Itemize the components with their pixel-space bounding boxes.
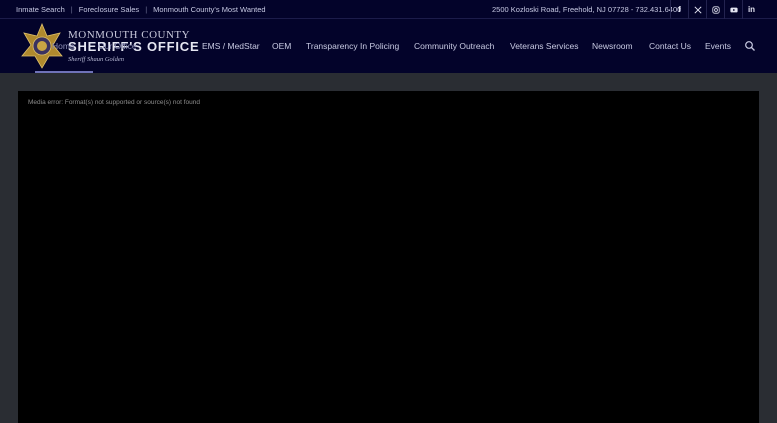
- media-player[interactable]: Media error: Format(s) not supported or …: [18, 91, 759, 423]
- office-address: 2500 Kozloski Road, Freehold, NJ 07728 -…: [492, 5, 682, 14]
- utility-links: Inmate Search | Foreclosure Sales | Monm…: [16, 0, 266, 19]
- separator: |: [70, 5, 73, 14]
- nav-item-home[interactable]: Home: [52, 19, 75, 73]
- nav-item-newsroom[interactable]: Newsroom: [592, 19, 633, 73]
- search-icon[interactable]: [744, 40, 756, 52]
- site-header: MONMOUTH COUNTY SHERIFF'S OFFICE Sheriff…: [0, 19, 777, 73]
- media-error-message: Media error: Format(s) not supported or …: [28, 99, 200, 106]
- linkedin-icon[interactable]: in: [742, 0, 760, 19]
- foreclosure-sales-link[interactable]: Foreclosure Sales: [79, 5, 139, 14]
- social-links: f in: [670, 0, 760, 19]
- nav-item-events[interactable]: Events: [705, 19, 731, 73]
- most-wanted-link[interactable]: Monmouth County's Most Wanted: [153, 5, 265, 14]
- youtube-icon[interactable]: [724, 0, 742, 19]
- main-navigation: Home Our Office EMS / MedStar OEM Transp…: [0, 19, 777, 73]
- nav-item-transparency[interactable]: Transparency In Policing: [306, 19, 399, 73]
- nav-item-community-outreach[interactable]: Community Outreach: [414, 19, 494, 73]
- active-nav-indicator: [35, 71, 93, 73]
- nav-item-veterans-services[interactable]: Veterans Services: [510, 19, 579, 73]
- separator: |: [145, 5, 148, 14]
- nav-item-our-office[interactable]: Our Office: [98, 19, 137, 73]
- x-icon[interactable]: [688, 0, 706, 19]
- instagram-icon[interactable]: [706, 0, 724, 19]
- nav-item-ems-medstar[interactable]: EMS / MedStar: [202, 19, 260, 73]
- inmate-search-link[interactable]: Inmate Search: [16, 5, 65, 14]
- facebook-icon[interactable]: f: [670, 0, 688, 19]
- nav-item-oem[interactable]: OEM: [272, 19, 291, 73]
- nav-item-contact-us[interactable]: Contact Us: [649, 19, 691, 73]
- top-utility-bar: Inmate Search | Foreclosure Sales | Monm…: [0, 0, 777, 19]
